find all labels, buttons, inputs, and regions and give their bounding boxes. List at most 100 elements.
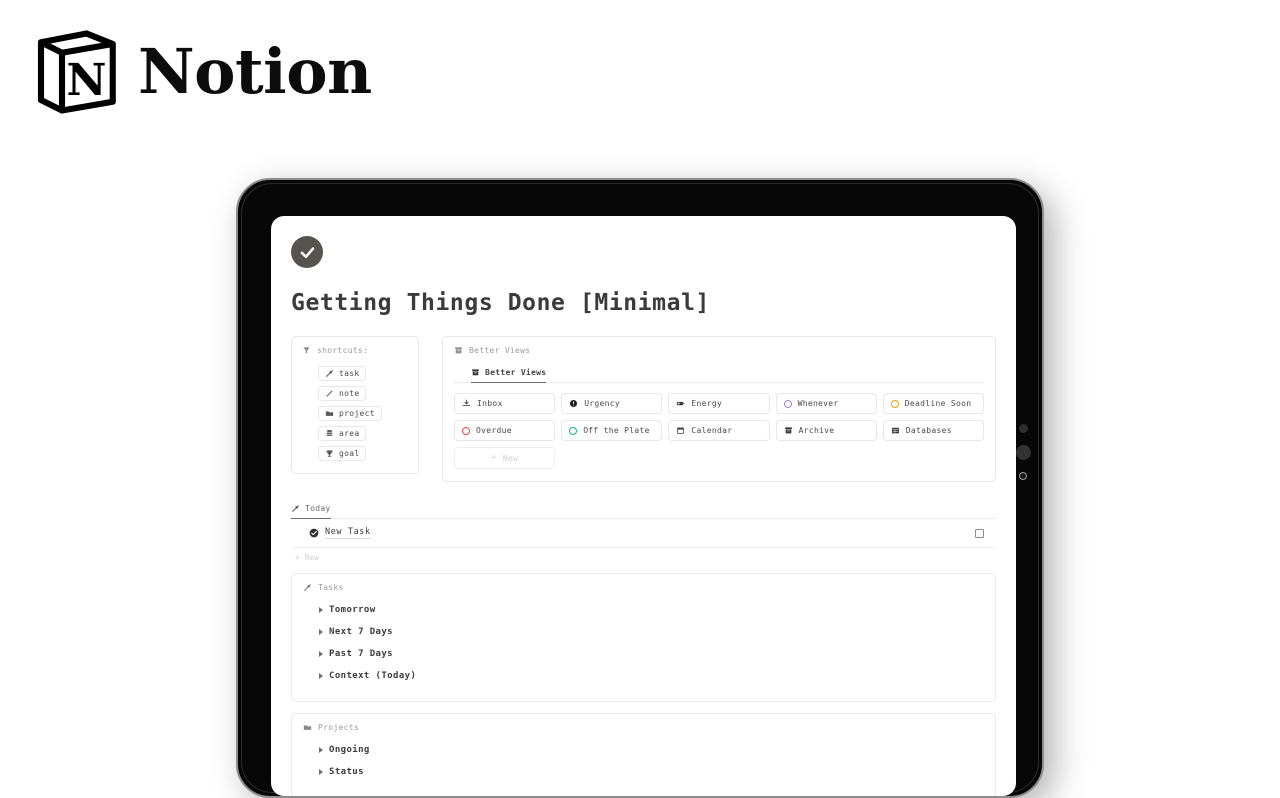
better-views-card: Better Views Better Views Inbox Urgency …	[442, 336, 996, 482]
shortcut-chip-note[interactable]: note	[318, 386, 367, 401]
shortcuts-heading: shortcuts:	[317, 346, 369, 355]
shortcuts-card: shortcuts: task note project area goal	[291, 336, 419, 474]
pencil-icon	[326, 390, 333, 397]
tab-today[interactable]: Today	[291, 504, 331, 519]
tasks-heading: Tasks	[318, 583, 344, 592]
toggle-label: Context (Today)	[329, 671, 417, 681]
view-button-inbox[interactable]: Inbox	[454, 393, 556, 414]
chip-label: goal	[339, 449, 360, 458]
chevron-right-icon	[319, 629, 323, 635]
toggle-context-today[interactable]: Context (Today)	[303, 665, 984, 687]
view-new-button[interactable]: + New	[454, 447, 556, 469]
view-label: Archive	[798, 426, 835, 435]
toggle-label: Status	[329, 767, 364, 777]
better-views-heading: Better Views	[469, 346, 531, 355]
task-left: New Task	[309, 527, 371, 539]
view-button-energy[interactable]: Energy	[668, 393, 770, 414]
notion-brand-lockup: N Notion	[32, 30, 372, 114]
view-button-databases[interactable]: Databases	[882, 420, 984, 441]
check-circle-icon	[309, 528, 319, 538]
notion-page: Getting Things Done [Minimal] shortcuts:	[271, 216, 1016, 796]
today-block: Today New Task + New	[291, 498, 996, 562]
view-new-label: New	[502, 453, 519, 463]
notion-cube-logo: N	[37, 30, 116, 114]
toggle-label: Tomorrow	[329, 605, 376, 615]
view-button-off-the-plate[interactable]: Off the Plate	[561, 420, 663, 441]
plus-icon: +	[491, 453, 497, 463]
shortcut-chip-list: task note project area goal	[302, 366, 408, 461]
inbox-tray-icon	[462, 399, 471, 406]
table-grid-icon	[891, 427, 899, 434]
view-label: Deadline Soon	[904, 399, 972, 408]
tab-better-views[interactable]: Better Views	[471, 368, 547, 383]
toggle-tomorrow[interactable]: Tomorrow	[303, 599, 984, 621]
battery-icon	[677, 401, 685, 406]
new-row-label: New	[304, 553, 320, 562]
better-views-header: Better Views	[454, 346, 984, 355]
ring-icon	[569, 426, 578, 435]
camera-lens-icon	[1016, 445, 1031, 460]
ring-icon	[890, 399, 899, 408]
toggle-next-7-days[interactable]: Next 7 Days	[303, 621, 984, 643]
toggle-past-7-days[interactable]: Past 7 Days	[303, 643, 984, 665]
trophy-icon	[326, 450, 333, 457]
task-title[interactable]: New Task	[325, 527, 371, 539]
view-label: Calendar	[691, 426, 733, 435]
toggle-label: Past 7 Days	[329, 649, 394, 659]
tasks-toggle-list: Tomorrow Next 7 Days Past 7 Days Context…	[303, 599, 984, 687]
toggle-label: Next 7 Days	[329, 627, 394, 637]
chevron-right-icon	[319, 607, 323, 613]
pen-check-icon	[304, 584, 311, 591]
view-button-calendar[interactable]: Calendar	[668, 420, 770, 441]
view-label: Energy	[691, 399, 723, 408]
funnel-icon	[303, 347, 310, 354]
page-title[interactable]: Getting Things Done [Minimal]	[291, 290, 996, 316]
projects-section-header: Projects	[303, 723, 984, 732]
tablet-device-frame: Getting Things Done [Minimal] shortcuts:	[236, 178, 1044, 798]
shortcut-chip-goal[interactable]: goal	[318, 446, 367, 461]
view-button-overdue[interactable]: Overdue	[454, 420, 556, 441]
view-button-archive[interactable]: Archive	[775, 420, 877, 441]
exclamation-circle-icon	[570, 399, 578, 408]
shortcut-chip-area[interactable]: area	[318, 426, 367, 441]
check-circle-icon	[300, 246, 314, 258]
toggle-ongoing[interactable]: Ongoing	[303, 739, 984, 761]
archive-icon	[472, 369, 479, 376]
tasks-section: Tasks Tomorrow Next 7 Days Past 7 Days C…	[291, 573, 996, 702]
view-button-urgency[interactable]: Urgency	[561, 393, 663, 414]
view-button-whenever[interactable]: Whenever	[775, 393, 877, 414]
folder-icon	[325, 411, 334, 416]
toggle-label: Ongoing	[329, 745, 370, 755]
toggle-status[interactable]: Status	[303, 761, 984, 783]
top-row: shortcuts: task note project area goal B…	[291, 336, 996, 482]
projects-section: Projects Ongoing Status	[291, 713, 996, 796]
view-button-deadline-soon[interactable]: Deadline Soon	[882, 393, 984, 414]
plus-icon: +	[295, 553, 300, 562]
tasks-section-header: Tasks	[303, 583, 984, 592]
stack-icon	[326, 429, 333, 436]
chevron-right-icon	[319, 673, 323, 679]
sensor-dot-icon	[1019, 424, 1028, 433]
svg-text:N: N	[67, 55, 107, 106]
pen-check-icon	[326, 370, 333, 377]
page-icon[interactable]	[291, 236, 323, 268]
tab-label: Today	[305, 504, 331, 513]
tab-label: Better Views	[485, 368, 547, 377]
view-label: Databases	[905, 426, 952, 435]
task-new-row[interactable]: + New	[291, 548, 996, 562]
chevron-right-icon	[319, 769, 323, 775]
tablet-screen: Getting Things Done [Minimal] shortcuts:	[271, 216, 1016, 796]
shortcut-chip-project[interactable]: project	[318, 406, 382, 421]
archive-icon	[455, 347, 462, 354]
folder-icon	[303, 725, 312, 730]
projects-heading: Projects	[318, 723, 359, 732]
task-checkbox[interactable]	[975, 528, 984, 538]
shortcut-chip-task[interactable]: task	[318, 366, 367, 381]
task-row[interactable]: New Task	[291, 519, 996, 548]
indicator-dot-icon	[1019, 472, 1027, 480]
ring-icon	[783, 399, 792, 408]
view-label: Inbox	[477, 399, 503, 408]
better-views-tabbar: Better Views	[454, 362, 984, 383]
view-label: Urgency	[584, 399, 621, 408]
chip-label: project	[339, 409, 375, 418]
